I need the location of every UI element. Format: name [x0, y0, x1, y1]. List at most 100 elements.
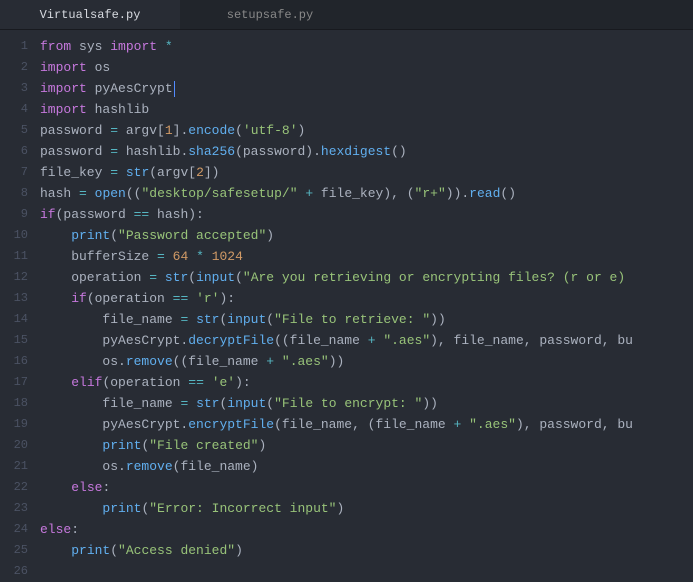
token: = — [110, 144, 118, 159]
token: pyAesCrypt — [87, 81, 173, 96]
line-number: 10 — [0, 225, 28, 246]
token: ), password, bu — [516, 417, 633, 432]
code-line[interactable]: if(password == hash): — [40, 204, 693, 225]
token: ( — [266, 312, 274, 327]
token: = — [79, 186, 87, 201]
code-line[interactable]: password = argv[1].encode('utf-8') — [40, 120, 693, 141]
code-line[interactable]: file_key = str(argv[2]) — [40, 162, 693, 183]
tab-bar: Virtualsafe.py setupsafe.py — [0, 0, 693, 30]
token: (password). — [235, 144, 321, 159]
code-line[interactable]: else: — [40, 477, 693, 498]
token: ".aes" — [469, 417, 516, 432]
tab-inactive[interactable]: setupsafe.py — [180, 0, 360, 29]
line-number: 2 — [0, 57, 28, 78]
code-line[interactable]: print("File created") — [40, 435, 693, 456]
line-gutter: 1234567891011121314151617181920212223242… — [0, 30, 40, 578]
token: from — [40, 39, 71, 54]
line-number: 14 — [0, 309, 28, 330]
code-line[interactable]: pyAesCrypt.encryptFile(file_name, (file_… — [40, 414, 693, 435]
code-line[interactable]: os.remove((file_name + ".aes")) — [40, 351, 693, 372]
token: ) — [258, 438, 266, 453]
code-line[interactable]: import os — [40, 57, 693, 78]
token: "Access denied" — [118, 543, 235, 558]
code-line[interactable]: else: — [40, 519, 693, 540]
token: () — [500, 186, 516, 201]
token — [274, 354, 282, 369]
token: str — [126, 165, 149, 180]
code-line[interactable]: hash = open(("desktop/safesetup/" + file… — [40, 183, 693, 204]
token — [165, 249, 173, 264]
tab-active[interactable]: Virtualsafe.py — [0, 0, 180, 29]
token: ]. — [173, 123, 189, 138]
code-line[interactable]: elif(operation == 'e'): — [40, 372, 693, 393]
code-editor[interactable]: 1234567891011121314151617181920212223242… — [0, 30, 693, 578]
code-area[interactable]: from sys import *import osimport pyAesCr… — [40, 30, 693, 578]
token: print — [71, 228, 110, 243]
token: ( — [266, 396, 274, 411]
code-line[interactable]: pyAesCrypt.decryptFile((file_name + ".ae… — [40, 330, 693, 351]
token: sha256 — [188, 144, 235, 159]
token — [461, 417, 469, 432]
token: ) — [266, 228, 274, 243]
code-line[interactable]: operation = str(input("Are you retrievin… — [40, 267, 693, 288]
token: file_key — [40, 165, 110, 180]
code-line[interactable]: import hashlib — [40, 99, 693, 120]
token — [40, 438, 102, 453]
line-number: 20 — [0, 435, 28, 456]
token: ( — [235, 123, 243, 138]
token: sys — [71, 39, 110, 54]
token: os. — [40, 354, 126, 369]
line-number: 13 — [0, 288, 28, 309]
token: == — [188, 375, 204, 390]
token: pyAesCrypt. — [40, 417, 188, 432]
code-line[interactable]: print("Error: Incorrect input") — [40, 498, 693, 519]
code-line[interactable]: file_name = str(input("File to retrieve:… — [40, 309, 693, 330]
token: "Password accepted" — [118, 228, 266, 243]
code-line[interactable]: print("Password accepted") — [40, 225, 693, 246]
token: else — [71, 480, 102, 495]
code-line[interactable] — [40, 561, 693, 578]
token — [188, 312, 196, 327]
token: = — [110, 165, 118, 180]
token: "File to retrieve: " — [274, 312, 430, 327]
token: "Are you retrieving or encrypting files?… — [243, 270, 625, 285]
token: hash — [40, 186, 79, 201]
token: (file_name) — [173, 459, 259, 474]
code-line[interactable]: from sys import * — [40, 36, 693, 57]
token: ( — [110, 543, 118, 558]
token — [118, 165, 126, 180]
token: input — [196, 270, 235, 285]
code-line[interactable]: file_name = str(input("File to encrypt: … — [40, 393, 693, 414]
token — [204, 375, 212, 390]
line-number: 15 — [0, 330, 28, 351]
token — [204, 249, 212, 264]
token: = — [149, 270, 157, 285]
code-line[interactable]: import pyAesCrypt — [40, 78, 693, 99]
line-number: 12 — [0, 267, 28, 288]
line-number: 5 — [0, 120, 28, 141]
code-line[interactable]: bufferSize = 64 * 1024 — [40, 246, 693, 267]
token: pyAesCrypt. — [40, 333, 188, 348]
token: ( — [235, 270, 243, 285]
token: (operation — [87, 291, 173, 306]
token: "r+" — [415, 186, 446, 201]
token: 'utf-8' — [243, 123, 298, 138]
token — [40, 543, 71, 558]
token: 1024 — [212, 249, 243, 264]
token: == — [134, 207, 150, 222]
token: str — [196, 312, 219, 327]
token: operation — [40, 270, 149, 285]
token: )) — [430, 312, 446, 327]
token: os. — [40, 459, 126, 474]
code-line[interactable]: os.remove(file_name) — [40, 456, 693, 477]
token — [40, 480, 71, 495]
code-line[interactable]: password = hashlib.sha256(password).hexd… — [40, 141, 693, 162]
code-line[interactable]: print("Access denied") — [40, 540, 693, 561]
token: remove — [126, 354, 173, 369]
token: str — [196, 396, 219, 411]
line-number: 22 — [0, 477, 28, 498]
line-number: 3 — [0, 78, 28, 99]
code-line[interactable]: if(operation == 'r'): — [40, 288, 693, 309]
token: ".aes" — [282, 354, 329, 369]
token: print — [102, 438, 141, 453]
